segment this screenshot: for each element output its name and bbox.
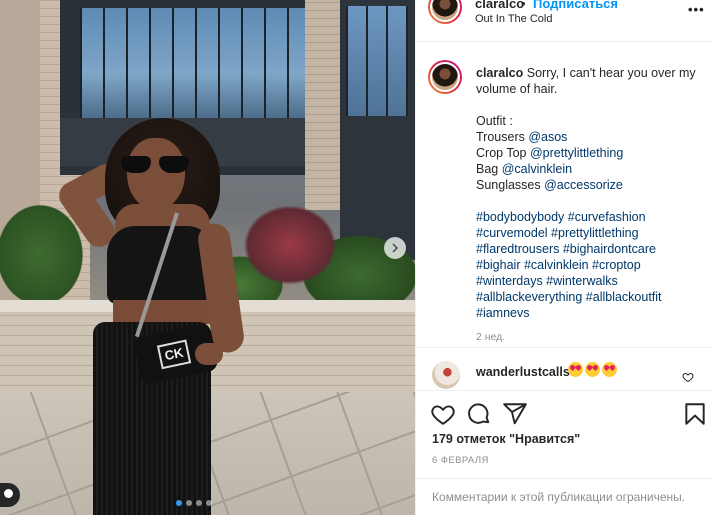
post-header: claralco • Подписаться Out In The Cold •… (416, 0, 713, 42)
next-photo-button[interactable] (384, 237, 406, 259)
caption: claralco Sorry, I can't hear you over my… (416, 42, 713, 348)
building-windows (80, 8, 310, 118)
username-link[interactable]: claralco (475, 0, 524, 11)
more-options-icon[interactable]: ••• (688, 2, 705, 17)
carousel-dot (196, 500, 202, 506)
heart-eyes-emoji-icon (568, 362, 583, 377)
comments-disabled-notice: Комментарии к этой публикации ограничены… (416, 478, 713, 515)
brick-wall (305, 0, 345, 210)
hashtag-line[interactable]: #bighair #calvinklein #croptop (476, 257, 704, 273)
avatar[interactable] (428, 60, 462, 94)
follow-button[interactable]: Подписаться (533, 0, 618, 11)
caption-time[interactable]: 2 нед. (476, 329, 704, 345)
avatar[interactable] (432, 361, 460, 389)
bookmark-icon[interactable] (682, 401, 708, 427)
comment: wanderlustcalls (416, 358, 713, 389)
caption-text: claralco Sorry, I can't hear you over my… (476, 65, 704, 345)
post-photo[interactable]: CK (0, 0, 415, 515)
caption-first-line: claralco Sorry, I can't hear you over my… (476, 65, 704, 97)
hashtag-line[interactable]: #winterdays #winterwalks (476, 273, 704, 289)
outfit-line: Bag @calvinklein (476, 162, 573, 176)
sunglasses (121, 156, 193, 174)
share-icon[interactable] (502, 401, 528, 427)
likes-count[interactable]: 179 отметок "Нравится" (432, 432, 580, 446)
outfit-title: Outfit : (476, 114, 513, 128)
separator: • (521, 0, 526, 11)
carousel-dot (176, 500, 182, 506)
hashtag-line[interactable]: #curvemodel #prettylittlething (476, 225, 704, 241)
heart-eyes-emoji-icon (602, 362, 617, 377)
location-link[interactable]: Out In The Cold (475, 13, 552, 25)
post-date[interactable]: 6 ФЕВРАЛЯ (432, 455, 489, 466)
hashtag-line[interactable]: #iamnevs (476, 305, 704, 321)
face (127, 138, 185, 210)
hashtag-line[interactable]: #allblackeverything #allblackoutfit (476, 289, 704, 305)
heart-icon[interactable] (430, 401, 456, 427)
mention-link[interactable]: @asos (528, 130, 567, 144)
mention-link[interactable]: @accessorize (544, 178, 623, 192)
action-bar (416, 390, 713, 432)
person: CK (54, 118, 255, 515)
hashtag-line[interactable]: #bodybodybody #curvefashion (476, 209, 704, 225)
outfit-line: Sunglasses @accessorize (476, 178, 623, 192)
caption-username[interactable]: claralco (476, 66, 523, 80)
heart-icon[interactable] (682, 371, 694, 383)
carousel-dot (186, 500, 192, 506)
carousel-dot (206, 500, 212, 506)
outfit-line: Crop Top @prettylittlething (476, 146, 624, 160)
building-windows (346, 6, 408, 116)
hashtag-line[interactable]: #flaredtrousers #bighairdontcare (476, 241, 704, 257)
mention-link[interactable]: @calvinklein (502, 162, 572, 176)
midriff (113, 300, 211, 324)
outfit-line: Trousers @asos (476, 130, 568, 144)
comment-username[interactable]: wanderlustcalls (476, 365, 570, 379)
comment-text (568, 362, 617, 377)
heart-eyes-emoji-icon (585, 362, 600, 377)
comment-icon[interactable] (466, 401, 492, 427)
carousel-dots (176, 500, 212, 506)
bag-logo: CK (156, 339, 192, 370)
chevron-right-icon (392, 243, 399, 253)
hand (195, 343, 223, 365)
post-sidebar: claralco • Подписаться Out In The Cold •… (415, 0, 713, 515)
avatar[interactable] (428, 0, 462, 24)
mention-link[interactable]: @prettylittlething (530, 146, 623, 160)
